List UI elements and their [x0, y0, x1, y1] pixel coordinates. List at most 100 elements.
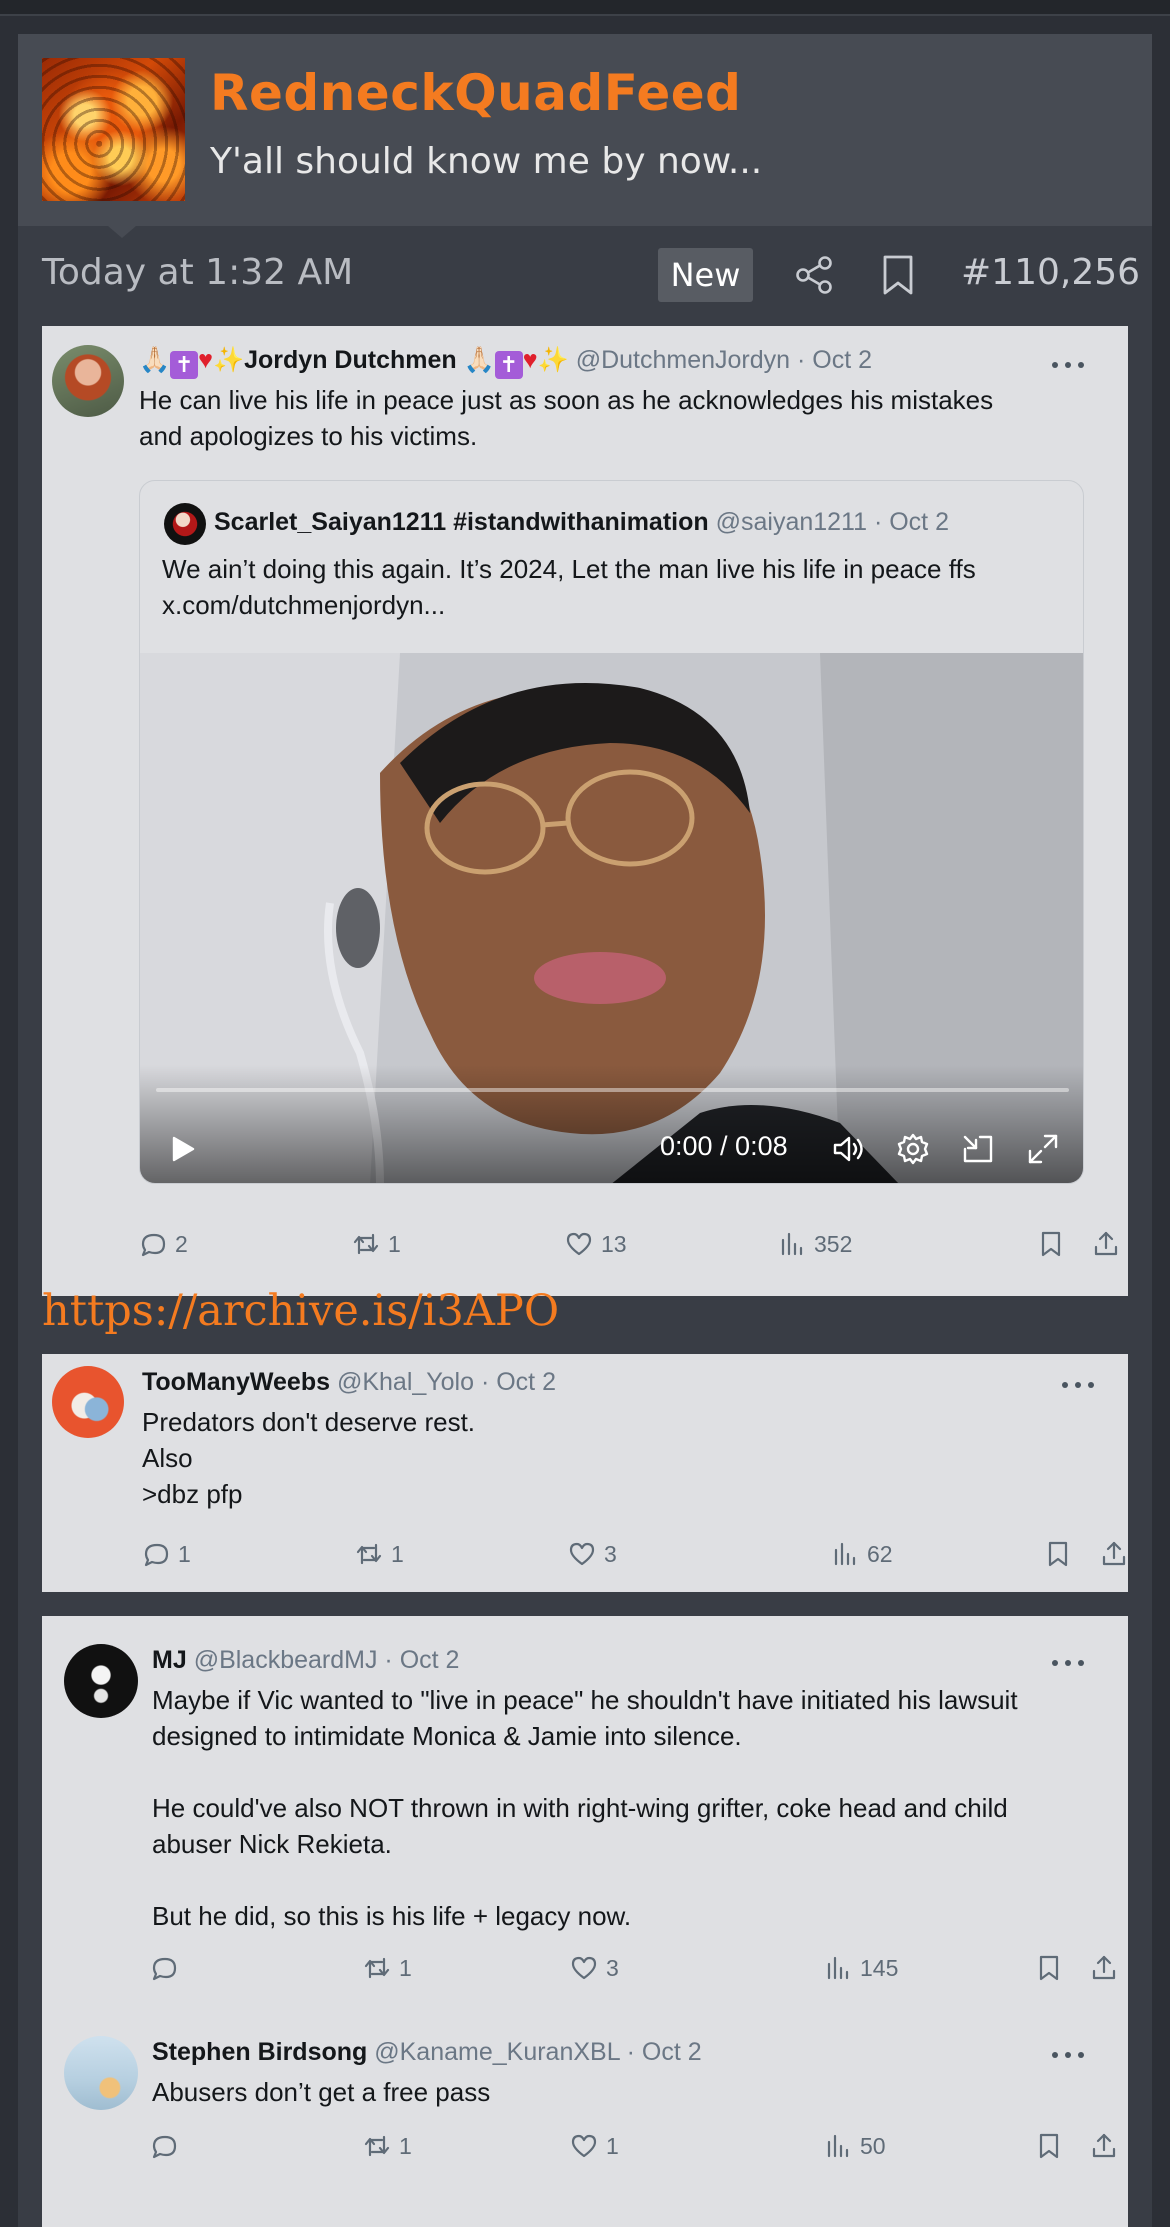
share-button[interactable]	[1090, 1948, 1118, 1988]
reply-button[interactable]	[150, 1948, 186, 1988]
user-avatar[interactable]	[42, 58, 185, 201]
more-icon[interactable]	[1052, 1658, 1088, 1668]
bookmark-button[interactable]	[1044, 1534, 1072, 1574]
cross-emoji: ✝	[170, 351, 199, 379]
tweet-date[interactable]: · Oct 2	[384, 1646, 459, 1674]
tweet-header: Stephen Birdsong @Kaname_KuranXBL · Oct …	[152, 2038, 702, 2067]
share-button[interactable]	[1090, 2126, 1118, 2166]
repost-button[interactable]: 1	[355, 1534, 404, 1574]
cross-emoji: ✝	[494, 351, 523, 379]
tweet-author-handle[interactable]: @BlackbeardMJ	[194, 1646, 378, 1674]
avatar[interactable]	[52, 1366, 124, 1438]
like-icon	[566, 1232, 592, 1256]
repost-icon	[353, 1233, 379, 1255]
tweet-date[interactable]: · Oct 2	[627, 2038, 702, 2066]
views-icon	[781, 1232, 803, 1256]
video-progress-bar[interactable]	[156, 1088, 1069, 1092]
views-button[interactable]: 50	[824, 2126, 886, 2166]
more-icon[interactable]	[1052, 2050, 1088, 2060]
share-up-icon	[1092, 2133, 1116, 2158]
settings-icon[interactable]	[895, 1131, 931, 1167]
tweet-author-name[interactable]: TooManyWeebs	[142, 1368, 330, 1396]
post-number-link[interactable]: #110,256	[961, 252, 1140, 293]
tweet-author-handle[interactable]: @DutchmenJordyn	[576, 346, 790, 374]
quoted-tweet-header: Scarlet_Saiyan1211 #istandwithanimation …	[214, 508, 949, 537]
tweet-author-name[interactable]: Stephen Birdsong	[152, 2038, 367, 2066]
like-button[interactable]: 3	[570, 1948, 619, 1988]
reply-button[interactable]: 2	[139, 1224, 188, 1264]
heart-emoji: ♥	[198, 346, 213, 374]
bookmark-button[interactable]	[1035, 2126, 1063, 2166]
bookmark-button[interactable]	[1037, 1224, 1065, 1264]
tweet-text: Predators don't deserve rest. Also >dbz …	[142, 1407, 476, 1509]
archive-link[interactable]: https://archive.is/i3APO	[42, 1286, 559, 1336]
repost-button[interactable]: 1	[363, 1948, 412, 1988]
tweet-actions: 1 3 145	[150, 1948, 1116, 1988]
like-icon	[571, 1956, 597, 1980]
reply-button[interactable]: 1	[142, 1534, 191, 1574]
reply-icon	[152, 2135, 177, 2159]
share-icon[interactable]	[793, 254, 835, 296]
views-icon	[834, 1542, 856, 1566]
quoted-tweet[interactable]: Scarlet_Saiyan1211 #istandwithanimation …	[139, 480, 1084, 1184]
views-button[interactable]: 62	[831, 1534, 893, 1574]
tweet-thread[interactable]: MJ @BlackbeardMJ · Oct 2 Maybe if Vic wa…	[42, 1616, 1128, 2227]
tweet-date[interactable]: · Oct 2	[797, 346, 872, 374]
avatar[interactable]	[52, 345, 124, 417]
avatar[interactable]	[164, 503, 206, 545]
like-button[interactable]: 13	[565, 1224, 627, 1264]
repost-icon	[364, 1957, 390, 1979]
tweet-actions: 2 1 13 352	[139, 1224, 1118, 1264]
tweet-header: 🙏🏻 ✝ ♥✨Jordyn Dutchmen 🙏🏻 ✝ ♥✨ @DutchmenJord…	[139, 346, 872, 379]
volume-icon[interactable]	[830, 1131, 866, 1167]
tweet-actions: 1 1 3 62	[142, 1534, 1126, 1574]
pip-icon[interactable]	[960, 1131, 996, 1167]
bookmark-icon	[1039, 1955, 1059, 1981]
share-up-icon	[1092, 1955, 1116, 1980]
tweet-date[interactable]: · Oct 2	[481, 1368, 556, 1396]
more-icon[interactable]	[1052, 360, 1088, 370]
post-user-header: RedneckQuadFeed Y'all should know me by …	[18, 34, 1152, 226]
fullscreen-icon[interactable]	[1025, 1131, 1061, 1167]
share-button[interactable]	[1100, 1534, 1128, 1574]
avatar[interactable]	[64, 2036, 138, 2110]
tweet-author-name[interactable]: Jordyn Dutchmen	[244, 346, 457, 374]
tweet-actions: 1 1 50	[150, 2126, 1116, 2166]
video-player[interactable]: 0:00 / 0:08	[140, 653, 1083, 1183]
like-icon	[569, 1542, 595, 1566]
tweet-author-name[interactable]: MJ	[152, 1646, 187, 1674]
quoted-author-name[interactable]: Scarlet_Saiyan1211 #istandwithanimation	[214, 508, 709, 536]
heart-emoji: ♥	[522, 346, 538, 374]
avatar[interactable]	[64, 1644, 138, 1718]
views-button[interactable]: 352	[778, 1224, 852, 1264]
reply-icon	[152, 1957, 177, 1981]
views-button[interactable]: 145	[824, 1948, 898, 1988]
like-button[interactable]: 1	[570, 2126, 619, 2166]
tweet-author-handle[interactable]: @Kaname_KuranXBL	[374, 2038, 619, 2066]
tweet-embed[interactable]: TooManyWeebs @Khal_Yolo · Oct 2 Predator…	[42, 1354, 1128, 1592]
tweet-text: Maybe if Vic wanted to "live in peace" h…	[152, 1685, 1018, 1931]
bookmark-icon	[1048, 1541, 1068, 1567]
sparkles-emoji: ✨	[212, 346, 245, 374]
share-button[interactable]	[1092, 1224, 1120, 1264]
quoted-tweet-date[interactable]: · Oct 2	[874, 508, 949, 536]
bookmark-icon[interactable]	[880, 254, 916, 296]
post-username[interactable]: RedneckQuadFeed	[210, 64, 741, 122]
video-controls-overlay	[140, 1065, 1083, 1183]
user-title: Y'all should know me by now...	[210, 141, 763, 182]
views-icon	[827, 1956, 849, 1980]
repost-button[interactable]: 1	[363, 2126, 412, 2166]
share-up-icon	[1094, 1231, 1118, 1256]
post-timestamp[interactable]: Today at 1:32 AM	[42, 252, 353, 293]
bookmark-button[interactable]	[1035, 1948, 1063, 1988]
play-icon[interactable]	[164, 1131, 200, 1167]
like-button[interactable]: 3	[568, 1534, 617, 1574]
quoted-author-handle[interactable]: @saiyan1211	[716, 508, 867, 536]
tweet-embed[interactable]: 🙏🏻 ✝ ♥✨Jordyn Dutchmen 🙏🏻 ✝ ♥✨ @DutchmenJord…	[42, 326, 1128, 1296]
video-time: 0:00 / 0:08	[660, 1131, 788, 1161]
tweet-author-handle[interactable]: @Khal_Yolo	[337, 1368, 474, 1396]
reply-button[interactable]	[150, 2126, 186, 2166]
repost-button[interactable]: 1	[352, 1224, 401, 1264]
more-icon[interactable]	[1062, 1380, 1098, 1390]
reply-icon	[141, 1233, 166, 1257]
